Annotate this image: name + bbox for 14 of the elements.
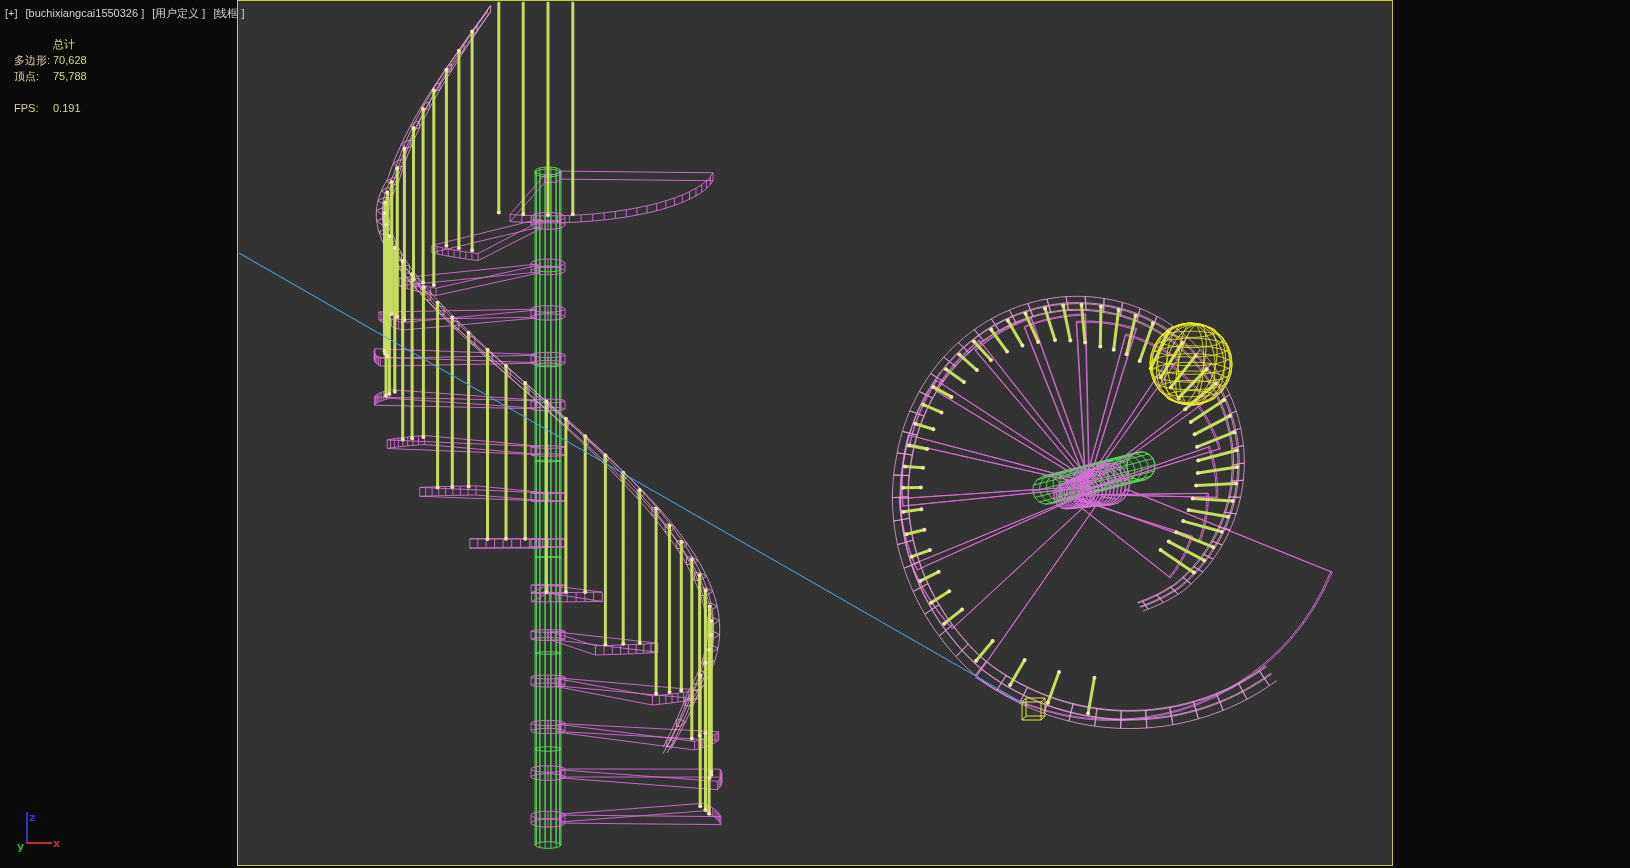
axis-label: z	[29, 811, 36, 824]
viewport-camera-label[interactable]: [buchixiangcai1550326 ]	[25, 7, 145, 20]
statistics-header: 总计	[53, 37, 76, 52]
viewport-preset-label[interactable]: [用户定义 ]	[152, 7, 206, 20]
viewport-menu[interactable]: [+]	[5, 7, 18, 20]
axis-label: y	[17, 840, 25, 853]
fps-label: FPS:	[14, 101, 40, 116]
axis-label: x	[53, 837, 61, 850]
fps-value: 0.191	[53, 101, 82, 116]
statistics-label: 多边形:	[14, 53, 52, 68]
statistics-value: 70,628	[53, 53, 87, 68]
statistics-value: 75,788	[53, 69, 87, 84]
statistics-label: 顶点:	[14, 69, 41, 84]
cube-icon	[1021, 697, 1046, 721]
